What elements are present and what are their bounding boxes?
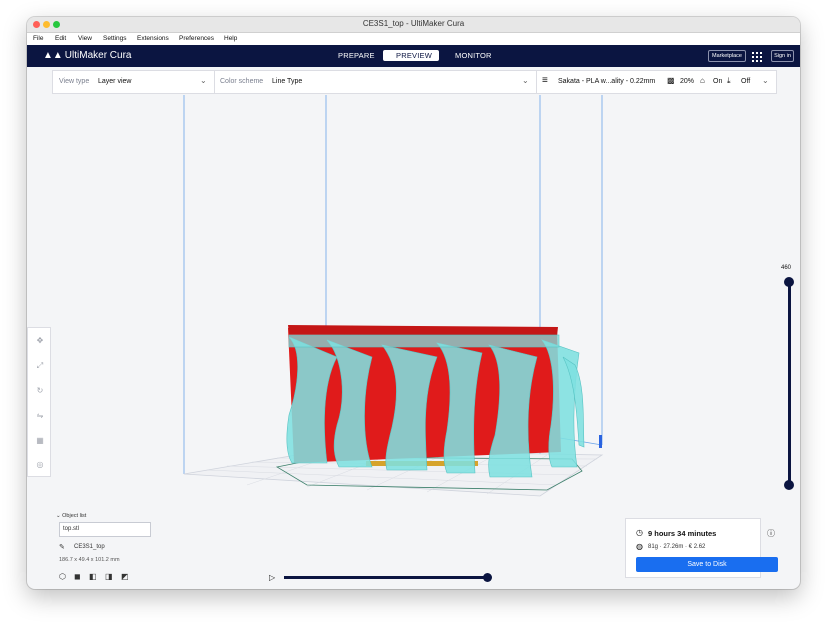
adhesion-value: Off: [741, 78, 751, 85]
tab-monitor[interactable]: MONITOR: [455, 51, 492, 60]
path-slider-track[interactable]: [284, 576, 489, 579]
adhesion-icon: ⤓: [727, 76, 731, 85]
print-settings-dropdown[interactable]: ≡ Sakata - PLA w...ality - 0.22mm ▩ 20% …: [536, 71, 776, 93]
tab-preview[interactable]: PREVIEW: [396, 51, 432, 60]
app-logo: ▲▲ UltiMaker Cura: [43, 50, 131, 61]
menu-bar: File Edit View Settings Extensions Prefe…: [27, 33, 800, 45]
settings-sliders-icon: ≡: [542, 75, 548, 86]
object-dimensions: 186.7 x 49.4 x 101.2 mm: [59, 557, 120, 563]
support-value: On: [713, 78, 723, 85]
right-view-icon[interactable]: ◩: [121, 572, 131, 582]
clock-icon: ◷: [636, 528, 643, 537]
menu-preferences[interactable]: Preferences: [179, 35, 214, 42]
title-bar: CE3S1_top - UltiMaker Cura: [27, 17, 800, 33]
move-tool-icon[interactable]: ✥: [35, 336, 45, 346]
support-icon: ⌂: [700, 76, 705, 85]
object-list-item[interactable]: top.stl: [59, 522, 151, 537]
layer-slider-track[interactable]: [788, 284, 791, 488]
ultimaker-logo-icon: ▲▲: [43, 50, 63, 61]
play-icon[interactable]: ▷: [269, 573, 275, 582]
color-scheme-label: Color scheme: [220, 78, 264, 85]
window-title: CE3S1_top - UltiMaker Cura: [362, 19, 465, 28]
rotate-tool-icon[interactable]: ↻: [35, 386, 45, 396]
color-scheme-value: Line Type: [272, 78, 303, 85]
spool-icon: ◍: [636, 542, 643, 551]
mirror-tool-icon[interactable]: ⇋: [35, 411, 45, 421]
view-type-value: Layer view: [98, 78, 132, 85]
view-toolbar: View type Layer view ⌄ Color scheme Line…: [52, 70, 777, 94]
chevron-down-icon: ⌄: [522, 76, 529, 85]
app-header: ▲▲ UltiMaker Cura PREPARE PREVIEW MONITOR…: [27, 45, 800, 67]
scale-tool-icon[interactable]: ⤢: [35, 361, 45, 371]
print-time: 9 hours 34 minutes: [648, 529, 717, 538]
per-model-settings-icon[interactable]: ▦: [35, 436, 45, 446]
layer-preview-render: [183, 95, 604, 497]
chevron-down-icon: ⌄: [762, 76, 769, 85]
object-list-label[interactable]: Object list: [62, 513, 86, 519]
infill-value: 20%: [680, 78, 695, 85]
menu-extensions[interactable]: Extensions: [137, 35, 169, 42]
print-info-panel: ◷ 9 hours 34 minutes ⓘ ◍ 81g · 27.26m · …: [625, 518, 778, 578]
menu-settings[interactable]: Settings: [103, 35, 127, 42]
left-view-icon[interactable]: ◨: [105, 572, 115, 582]
marketplace-button[interactable]: Marketplace: [708, 50, 746, 62]
material-stats: 81g · 27.26m · € 2.62: [648, 544, 706, 550]
layer-slider-lower-handle[interactable]: [784, 480, 794, 490]
menu-view[interactable]: View: [78, 35, 92, 42]
color-scheme-dropdown[interactable]: Color scheme Line Type ⌄: [214, 71, 537, 93]
top-view-icon[interactable]: ◧: [89, 572, 99, 582]
menu-edit[interactable]: Edit: [55, 35, 66, 42]
left-toolbar: ✥ ⤢ ↻ ⇋ ▦ ◎: [27, 327, 51, 477]
pencil-icon[interactable]: ✎: [59, 543, 65, 551]
app-window: CE3S1_top - UltiMaker Cura File Edit Vie…: [27, 17, 800, 589]
object-list-panel: ⌄ Object list: [56, 513, 86, 519]
infill-icon: ▩: [667, 76, 675, 85]
menu-help[interactable]: Help: [224, 35, 237, 42]
sign-in-button[interactable]: Sign in: [771, 50, 794, 62]
view-type-dropdown[interactable]: View type Layer view ⌄: [53, 71, 215, 93]
chevron-down-icon: ⌄: [200, 76, 207, 85]
3d-view-icon[interactable]: ⬡: [59, 572, 69, 582]
tab-prepare[interactable]: PREPARE: [338, 51, 375, 60]
path-slider-handle[interactable]: [483, 573, 492, 582]
apps-grid-icon[interactable]: [752, 52, 762, 62]
object-name: CE3S1_top: [74, 544, 105, 550]
logo-text: UltiMaker Cura: [64, 50, 132, 61]
layer-slider-upper-handle[interactable]: [784, 277, 794, 287]
info-icon[interactable]: ⓘ: [767, 528, 775, 539]
support-blocker-icon[interactable]: ◎: [35, 460, 45, 470]
save-to-disk-button[interactable]: Save to Disk: [636, 557, 778, 572]
profile-name: Sakata - PLA w...ality - 0.22mm: [558, 78, 656, 85]
3d-viewport[interactable]: ✥ ⤢ ↻ ⇋ ▦ ◎ 460: [27, 95, 800, 589]
front-view-icon[interactable]: ◼: [74, 572, 84, 582]
view-type-label: View type: [59, 78, 90, 85]
menu-file[interactable]: File: [33, 35, 43, 42]
layer-number: 460: [781, 265, 792, 271]
